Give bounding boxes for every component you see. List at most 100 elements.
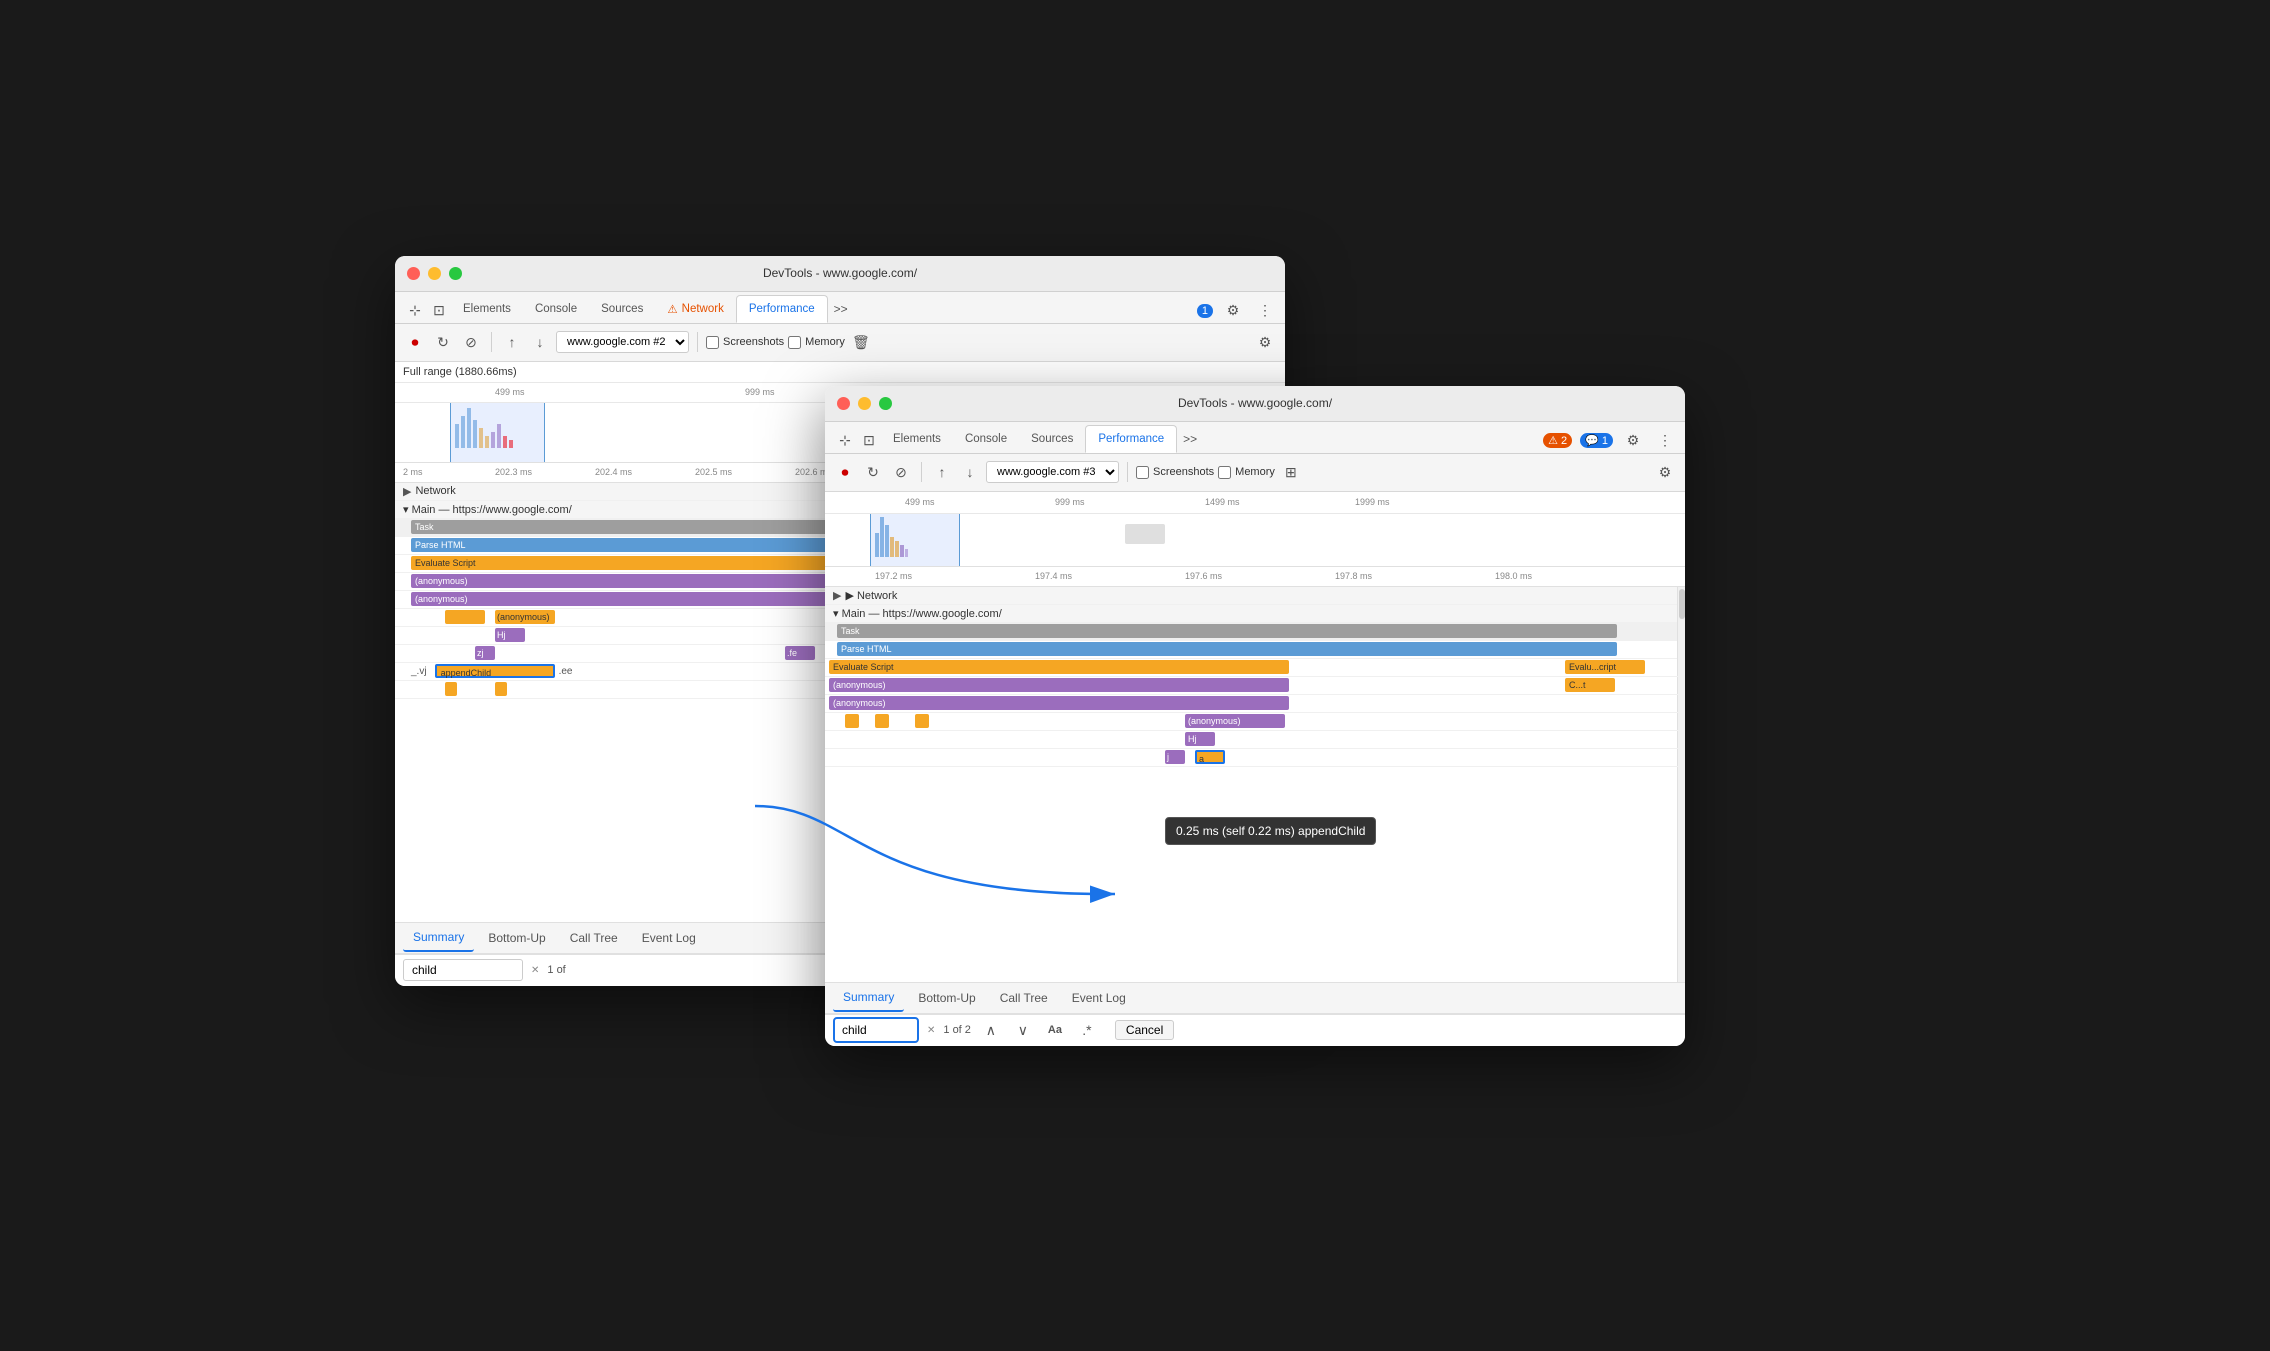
- fg-scrollbar[interactable]: [1677, 587, 1685, 982]
- fg-hj-bar[interactable]: Hj: [1185, 732, 1215, 746]
- minimize-button[interactable]: [428, 267, 441, 280]
- fg-ct-bar[interactable]: C...t: [1565, 678, 1615, 692]
- fg-append-child-bar[interactable]: a: [1195, 750, 1225, 764]
- tab-bar: ⊹ ⊡ Elements Console Sources ⚠ Network P…: [395, 292, 1285, 324]
- close-button[interactable]: [407, 267, 420, 280]
- fg-search-bar: ✕ 1 of 2 ∧ ∨ Aa .* Cancel: [825, 1014, 1685, 1046]
- fg-maximize-button[interactable]: [879, 397, 892, 410]
- fg-tab-console[interactable]: Console: [953, 425, 1019, 453]
- fg-upload-button[interactable]: ↑: [930, 460, 954, 484]
- record-button[interactable]: ⏺: [403, 330, 427, 354]
- append-child-bar[interactable]: appendChild: [435, 664, 555, 678]
- bottom-up-tab[interactable]: Bottom-Up: [478, 924, 555, 952]
- fg-tab-sources[interactable]: Sources: [1019, 425, 1085, 453]
- fg-bottom-up-tab[interactable]: Bottom-Up: [908, 984, 985, 1012]
- fg-record-button[interactable]: ⏺: [833, 460, 857, 484]
- fg-regex-button[interactable]: .*: [1075, 1018, 1099, 1042]
- upload-button[interactable]: ↑: [500, 330, 524, 354]
- fg-tab-elements[interactable]: Elements: [881, 425, 953, 453]
- fg-download-button[interactable]: ↓: [958, 460, 982, 484]
- fg-anon-inner-bar[interactable]: (anonymous): [1185, 714, 1285, 728]
- tab-sources[interactable]: Sources: [589, 295, 655, 323]
- fg-small-2[interactable]: [875, 714, 889, 728]
- more-icon[interactable]: ⋮: [1253, 299, 1277, 323]
- fg-settings-icon[interactable]: ⚙: [1621, 429, 1645, 453]
- fg-cancel-button[interactable]: Cancel: [1115, 1020, 1174, 1040]
- memory-checkbox[interactable]: Memory: [788, 336, 845, 349]
- zj-bar[interactable]: zj: [475, 646, 495, 660]
- url-select[interactable]: www.google.com #2: [556, 331, 689, 353]
- fg-settings-spacer: ⚙: [1653, 460, 1677, 484]
- tab-elements[interactable]: Elements: [451, 295, 523, 323]
- maximize-button[interactable]: [449, 267, 462, 280]
- fg-small-1[interactable]: [845, 714, 859, 728]
- fg-task-bar[interactable]: Task: [837, 624, 1617, 638]
- fg-flame-chart: ▶ ▶ Network ▾ Main — https://www.google.…: [825, 587, 1685, 982]
- fg-j-row: j a: [825, 749, 1685, 767]
- cursor-icon[interactable]: ⊹: [403, 299, 427, 323]
- fg-anon-bar-2[interactable]: (anonymous): [829, 696, 1289, 710]
- settings-icon[interactable]: ⚙: [1221, 299, 1245, 323]
- fg-capture-settings-button[interactable]: ⚙: [1653, 460, 1677, 484]
- layers-icon[interactable]: ⊡: [427, 299, 451, 323]
- event-log-tab[interactable]: Event Log: [632, 924, 706, 952]
- fg-summary-tab[interactable]: Summary: [833, 984, 904, 1012]
- fg-scrollbar-thumb[interactable]: [1679, 589, 1685, 619]
- fg-anon-row-1: (anonymous) C...t: [825, 677, 1685, 695]
- fg-small-3[interactable]: [915, 714, 929, 728]
- fg-bottom-tabs: Summary Bottom-Up Call Tree Event Log: [825, 982, 1685, 1014]
- anonymous-inner-bar[interactable]: (anonymous): [495, 610, 555, 624]
- fg-search-highlight-box: [833, 1017, 919, 1043]
- hj-bar[interactable]: Hj: [495, 628, 525, 642]
- fg-layers-icon[interactable]: ⊡: [857, 429, 881, 453]
- clear-button[interactable]: ⊘: [459, 330, 483, 354]
- fg-event-log-tab[interactable]: Event Log: [1062, 984, 1136, 1012]
- search-input[interactable]: [403, 959, 523, 981]
- fg-anon-bar-1[interactable]: (anonymous): [829, 678, 1289, 692]
- fg-main-section[interactable]: ▾ Main — https://www.google.com/: [825, 605, 1685, 623]
- fg-tab-performance[interactable]: Performance: [1085, 425, 1177, 453]
- fg-cursor-icon[interactable]: ⊹: [833, 429, 857, 453]
- fg-screenshots-checkbox[interactable]: Screenshots: [1136, 466, 1214, 479]
- fg-call-tree-tab[interactable]: Call Tree: [990, 984, 1058, 1012]
- tab-badge: 1: [1197, 304, 1213, 318]
- fg-minimize-button[interactable]: [858, 397, 871, 410]
- screenshots-checkbox[interactable]: Screenshots: [706, 336, 784, 349]
- fg-clear-button[interactable]: ⊘: [889, 460, 913, 484]
- fg-search-prev-button[interactable]: ∧: [979, 1018, 1003, 1042]
- fg-timeline-overview[interactable]: CPU NET 499 ms 999 ms 1499 ms 1999 ms: [825, 492, 1685, 567]
- summary-tab[interactable]: Summary: [403, 924, 474, 952]
- fe-bar[interactable]: .fe: [785, 646, 815, 660]
- fg-j-bar[interactable]: j: [1165, 750, 1185, 764]
- fg-search-input[interactable]: [836, 1020, 916, 1040]
- fg-capture-button[interactable]: ⊞: [1279, 460, 1303, 484]
- tab-performance[interactable]: Performance: [736, 295, 828, 323]
- vj-label: _.vj: [403, 666, 427, 677]
- capture-settings-button[interactable]: ⚙: [1253, 330, 1277, 354]
- fg-evaluate-script-bar[interactable]: Evaluate Script: [829, 660, 1289, 674]
- download-button[interactable]: ↓: [528, 330, 552, 354]
- tab-more-button[interactable]: >>: [828, 295, 854, 323]
- fg-close-button[interactable]: [837, 397, 850, 410]
- fg-parse-html-bar[interactable]: Parse HTML: [837, 642, 1617, 656]
- trash-button[interactable]: 🗑: [849, 330, 873, 354]
- fg-memory-checkbox[interactable]: Memory: [1218, 466, 1275, 479]
- call-tree-tab[interactable]: Call Tree: [560, 924, 628, 952]
- tab-console[interactable]: Console: [523, 295, 589, 323]
- fg-aa-button[interactable]: Aa: [1043, 1018, 1067, 1042]
- fg-evaluate-script-bar2[interactable]: Evalu...cript: [1565, 660, 1645, 674]
- fg-search-next-button[interactable]: ∨: [1011, 1018, 1035, 1042]
- fg-more-icon[interactable]: ⋮: [1653, 429, 1677, 453]
- fg-url-select[interactable]: www.google.com #3: [986, 461, 1119, 483]
- small-bar-1[interactable]: [445, 682, 457, 696]
- inner-bar-a[interactable]: [445, 610, 485, 624]
- fg-refresh-button[interactable]: ↻: [861, 460, 885, 484]
- fg-separator: [921, 462, 922, 482]
- fg-tab-more[interactable]: >>: [1177, 425, 1203, 453]
- fg-network-section[interactable]: ▶ ▶ Network: [825, 587, 1685, 605]
- refresh-button[interactable]: ↻: [431, 330, 455, 354]
- search-clear-icon[interactable]: ✕: [531, 965, 539, 976]
- small-bar-2[interactable]: [495, 682, 507, 696]
- fg-search-clear-icon[interactable]: ✕: [927, 1025, 935, 1036]
- tab-network[interactable]: ⚠ Network: [655, 295, 736, 323]
